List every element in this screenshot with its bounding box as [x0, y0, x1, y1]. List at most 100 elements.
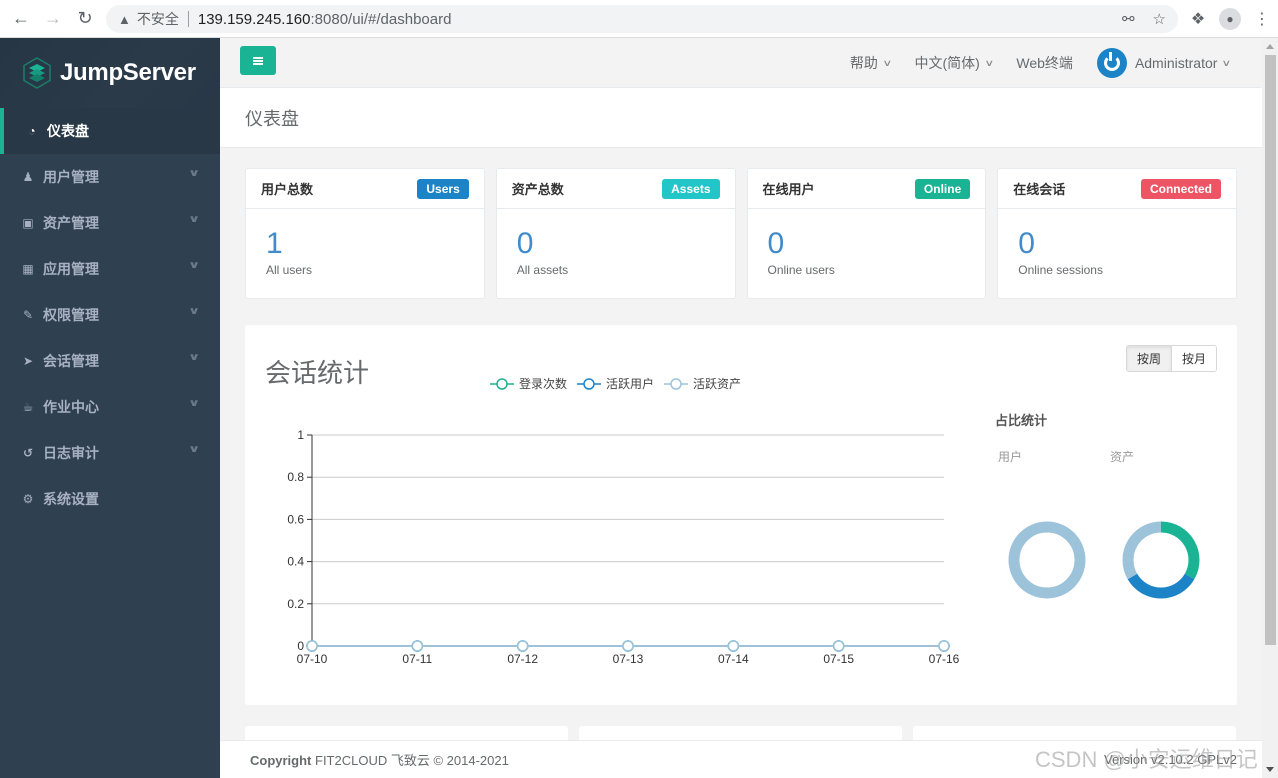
card-subtitle: Online users	[767, 263, 835, 277]
card-value: 0	[767, 227, 785, 260]
x-tick-label: 07-10	[297, 652, 328, 666]
warning-icon[interactable]: ▲	[118, 12, 131, 27]
x-tick-label: 07-15	[823, 652, 854, 666]
donut-slice	[1008, 521, 1086, 599]
y-tick-label: 1	[297, 428, 304, 442]
card-total-assets: 资产总数 Assets 0 All assets	[495, 168, 736, 299]
donut-slice	[1160, 521, 1200, 580]
sidebar-item-applications[interactable]: ▦ 应用管理 ∨	[0, 246, 220, 292]
card-title: 用户总数	[261, 182, 314, 197]
gears-icon: ⚙	[22, 492, 34, 506]
card-subtitle: All users	[266, 263, 313, 277]
star-icon[interactable]: ☆	[1153, 10, 1166, 28]
sidebar-item-sessions[interactable]: ➤ 会话管理 ∨	[0, 338, 220, 384]
avatar	[1096, 48, 1127, 78]
card-title: 在线会话	[1013, 182, 1066, 197]
ratio-label-assets: 资产	[1110, 450, 1135, 464]
y-tick-label: 0.8	[287, 470, 304, 484]
y-tick-label: 0	[297, 639, 304, 653]
forward-icon[interactable]: →	[42, 8, 64, 30]
summary-cards: 用户总数 Users 1 All users 资产总数 Assets 0 All…	[245, 168, 1237, 299]
sidebar-item-label: 日志审计	[43, 445, 99, 461]
key-icon[interactable]: ⚯	[1122, 10, 1135, 28]
url-host: 139.159.245.160	[197, 10, 311, 28]
copyright-text: FIT2CLOUD 飞致云 © 2014-2021	[311, 753, 509, 768]
power-icon	[1103, 52, 1120, 71]
data-point	[411, 640, 424, 652]
sidebar-item-users[interactable]: ♟ 用户管理 ∨	[0, 154, 220, 200]
profile-icon[interactable]: ●	[1214, 0, 1246, 38]
y-tick-label: 0.4	[287, 555, 304, 569]
help-dropdown[interactable]: 帮助 ∨	[849, 53, 893, 73]
address-bar[interactable]: ▲ 不安全 139.159.245.160:8080/ui/#/dashboar…	[106, 5, 1178, 33]
ratio-title: 占比统计	[995, 413, 1048, 428]
sidebar: JumpServer ◔ 仪表盘 ♟ 用户管理 ∨ ▣ 资产管理 ∨ ▦ 应用管…	[0, 38, 220, 778]
rocket-icon: ➤	[22, 354, 34, 368]
card-value: 1	[266, 227, 283, 260]
extension-icon[interactable]: ❖	[1182, 0, 1214, 38]
language-dropdown[interactable]: 中文(简体) ∨	[914, 53, 995, 73]
card-online-sessions: 在线会话 Connected 0 Online sessions	[997, 168, 1237, 299]
logo[interactable]: JumpServer	[0, 38, 220, 108]
scroll-up-icon[interactable]	[1266, 44, 1274, 49]
connected-badge: Connected	[1140, 178, 1221, 199]
reload-icon[interactable]: ↻	[74, 8, 96, 30]
scrollbar-thumb[interactable]	[1265, 55, 1276, 645]
x-tick-label: 07-14	[718, 652, 749, 666]
card-total-users: 用户总数 Users 1 All users	[245, 168, 485, 299]
back-icon[interactable]: ←	[10, 8, 32, 30]
x-tick-label: 07-11	[402, 652, 432, 666]
scroll-down-icon[interactable]	[1266, 767, 1274, 772]
assets-badge: Assets	[662, 178, 720, 199]
top-navbar: 帮助 ∨ 中文(简体) ∨ Web终端 Administrator ∨	[220, 38, 1260, 88]
users-icon: ♟	[22, 170, 34, 184]
data-point	[306, 640, 318, 652]
data-point	[832, 640, 845, 652]
inbox-icon: ▣	[22, 216, 34, 230]
card-value: 0	[1018, 227, 1035, 260]
insecure-label: 不安全	[136, 11, 179, 27]
sidebar-item-audits[interactable]: ↺ 日志审计 ∨	[0, 430, 220, 476]
sidebar-item-label: 应用管理	[43, 261, 99, 277]
user-dropdown[interactable]: Administrator ∨	[1096, 48, 1232, 78]
menu-icon[interactable]: ⋮	[1246, 0, 1278, 38]
edit-icon: ✎	[22, 308, 34, 322]
sidebar-item-settings[interactable]: ⚙ 系统设置	[0, 476, 220, 522]
chevron-down-icon: ∨	[187, 168, 201, 179]
y-tick-label: 0.2	[287, 597, 304, 611]
sidebar-toggle-button[interactable]	[240, 46, 276, 75]
dashboard-icon: ◔	[28, 124, 36, 138]
sidebar-item-assets[interactable]: ▣ 资产管理 ∨	[0, 200, 220, 246]
sidebar-item-label: 权限管理	[43, 307, 99, 323]
help-label: 帮助	[849, 55, 878, 71]
chevron-down-icon: ∨	[187, 352, 201, 363]
copyright: Copyright FIT2CLOUD 飞致云 © 2014-2021	[250, 750, 509, 769]
language-label: 中文(简体)	[914, 55, 980, 71]
web-terminal-label: Web终端	[1016, 55, 1073, 71]
divider	[187, 11, 189, 27]
sidebar-menu: ◔ 仪表盘 ♟ 用户管理 ∨ ▣ 资产管理 ∨ ▦ 应用管理 ∨ ✎ 权限管理 …	[0, 108, 220, 522]
page-scrollbar[interactable]	[1262, 38, 1278, 778]
chevron-down-icon: ∨	[984, 57, 995, 68]
data-point	[516, 640, 529, 652]
sidebar-item-permissions[interactable]: ✎ 权限管理 ∨	[0, 292, 220, 338]
card-online-users: 在线用户 Online 0 Online users	[746, 168, 987, 299]
web-terminal-link[interactable]: Web终端	[1016, 53, 1073, 73]
y-tick-label: 0.6	[287, 512, 304, 526]
card-title: 资产总数	[511, 182, 564, 197]
x-tick-label: 07-12	[507, 652, 538, 666]
browser-toolbar: ← → ↻ ▲ 不安全 139.159.245.160:8080/ui/#/da…	[0, 0, 1278, 38]
ratio-label-users: 用户	[998, 450, 1023, 464]
data-point	[727, 640, 740, 652]
copyright-bold: Copyright	[250, 753, 312, 768]
chevron-down-icon: ∨	[1221, 57, 1232, 68]
sidebar-item-dashboard[interactable]: ◔ 仪表盘	[0, 108, 220, 154]
chevron-down-icon: ∨	[187, 214, 201, 225]
users-badge: Users	[417, 178, 469, 199]
sidebar-item-jobs[interactable]: ☕ 作业中心 ∨	[0, 384, 220, 430]
user-name: Administrator	[1134, 55, 1218, 71]
history-icon: ↺	[22, 446, 34, 460]
card-title: 在线用户	[762, 182, 815, 197]
chevron-down-icon: ∨	[882, 57, 893, 68]
version: Version v2.10.2 GPLv2	[1104, 752, 1237, 767]
